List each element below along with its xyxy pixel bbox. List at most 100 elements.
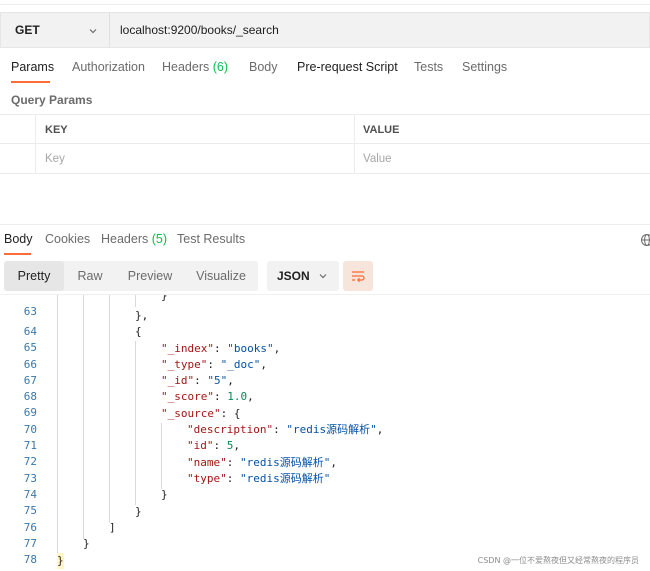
json-value: "redis源码解析" — [240, 472, 331, 485]
format-select[interactable]: JSON — [267, 261, 339, 291]
json-key: "_id" — [161, 374, 195, 387]
code-text: { — [135, 325, 142, 338]
headers-count: (6) — [212, 60, 229, 74]
view-mode-switcher: Pretty Raw Preview Visualize — [4, 261, 258, 291]
tab-label: Tests — [414, 60, 444, 74]
code-line: 76 } — [0, 504, 650, 534]
json-trail: , — [330, 456, 337, 469]
tab-settings[interactable]: Settings — [462, 60, 507, 74]
code-text: }, — [135, 309, 149, 322]
json-trail: , — [247, 390, 254, 403]
top-border — [0, 4, 650, 5]
chevron-down-icon — [89, 29, 97, 34]
pretty-button[interactable]: Pretty — [4, 261, 64, 291]
query-params-table: KEY VALUE Key Value — [0, 114, 650, 174]
json-trail: , — [273, 342, 281, 355]
code-line: 63 } — [0, 294, 650, 318]
code-line: 64 }, — [0, 308, 650, 338]
response-body-viewer[interactable]: 63 } 64 }, 65 { 66 "_index": "books", 67… — [0, 294, 650, 571]
json-key: "_type" — [161, 358, 208, 371]
url-input[interactable]: localhost:9200/books/_search — [109, 12, 650, 48]
code-text: } — [161, 488, 168, 501]
preview-button[interactable]: Preview — [116, 261, 184, 291]
table-header-row: KEY VALUE — [0, 114, 650, 145]
json-value: "redis源码解析" — [286, 423, 377, 436]
code-line: 73 "name": "redis源码解析", — [0, 455, 650, 485]
row-checkbox-cell — [0, 144, 36, 174]
json-key: "_source" — [161, 407, 221, 420]
visualize-button[interactable]: Visualize — [184, 261, 258, 291]
request-bar: GET localhost:9200/books/_search — [0, 12, 650, 48]
tab-label: Authorization — [72, 60, 145, 74]
request-tabs: Params Authorization Headers (6) Body Pr… — [0, 60, 650, 84]
code-line: 74 "type": "redis源码解析" — [0, 471, 650, 501]
json-trail: , — [233, 439, 240, 452]
code-line: 68 "_id": "5", — [0, 373, 650, 403]
json-key: "id" — [187, 439, 214, 452]
tab-authorization[interactable]: Authorization — [72, 60, 145, 74]
code-line: 72 "id": 5, — [0, 438, 650, 468]
method-label: GET — [15, 23, 40, 37]
tab-label: Test Results — [177, 232, 246, 246]
json-value: 1.0 — [227, 390, 248, 403]
key-column-header: KEY — [36, 115, 355, 145]
json-trail: , — [260, 358, 267, 371]
chevron-down-icon — [319, 274, 327, 279]
wrap-lines-icon — [352, 271, 365, 283]
code-text: ] — [109, 521, 116, 534]
json-value: "_doc" — [220, 358, 261, 371]
json-key: "_index" — [161, 342, 214, 355]
code-text: } — [57, 553, 64, 569]
tab-tests[interactable]: Tests — [414, 60, 443, 74]
tab-label: Cookies — [45, 232, 91, 246]
code-line: 70 "_source": { — [0, 406, 650, 436]
json-value: "books" — [227, 342, 274, 355]
code-line: 75 } — [0, 487, 650, 517]
tab-body[interactable]: Body — [249, 60, 278, 74]
json-key: "_score" — [161, 390, 214, 403]
tab-label: Settings — [462, 60, 508, 74]
method-select[interactable]: GET — [0, 12, 109, 48]
tab-params[interactable]: Params — [11, 60, 54, 74]
code-line: 69 "_score": 1.0, — [0, 389, 650, 419]
json-key: "name" — [187, 456, 227, 469]
tab-pre-request-script[interactable]: Pre-request Script — [297, 60, 398, 74]
code-line: 78 } — [0, 536, 650, 566]
active-tab-indicator — [11, 81, 50, 83]
json-trail: , — [227, 374, 234, 387]
tab-headers[interactable]: Headers (6) — [162, 60, 228, 74]
json-key: "type" — [187, 472, 227, 485]
json-key: "description" — [187, 423, 274, 436]
value-column-header: VALUE — [363, 124, 400, 136]
code-line: 77 ] — [0, 520, 650, 550]
active-tab-indicator — [4, 253, 31, 255]
tab-label: Headers — [162, 60, 210, 74]
code-text: } — [161, 294, 168, 302]
tab-label: Params — [11, 60, 55, 74]
pane-divider[interactable] — [0, 224, 650, 225]
value-input[interactable]: Value — [355, 144, 650, 174]
tab-label: Headers — [101, 232, 149, 246]
tab-response-body[interactable]: Body — [4, 232, 33, 246]
code-text: } — [135, 505, 142, 518]
json-value: { — [233, 407, 241, 420]
tab-label: Body — [4, 232, 33, 246]
watermark: CSDN @一位不爱熬夜但又经常熬夜的程序员 — [477, 556, 639, 565]
checkbox-column-header — [0, 115, 36, 145]
code-text: } — [83, 537, 90, 550]
key-input[interactable]: Key — [36, 144, 355, 174]
code-line: 67 "_type": "_doc", — [0, 357, 650, 387]
url-text: localhost:9200/books/_search — [120, 23, 279, 37]
tab-cookies[interactable]: Cookies — [45, 232, 90, 246]
wrap-lines-button[interactable] — [343, 261, 373, 291]
response-tabs: Body Cookies Headers (5) Test Results — [0, 232, 650, 256]
raw-button[interactable]: Raw — [64, 261, 116, 291]
tab-label: Body — [249, 60, 278, 74]
query-params-title: Query Params — [11, 93, 93, 107]
json-value: "5" — [207, 374, 228, 387]
table-row: Key Value — [0, 144, 650, 174]
code-line: 66 "_index": "books", — [0, 341, 650, 371]
tab-test-results[interactable]: Test Results — [177, 232, 245, 246]
globe-icon[interactable] — [640, 233, 650, 247]
tab-response-headers[interactable]: Headers (5) — [101, 232, 167, 246]
